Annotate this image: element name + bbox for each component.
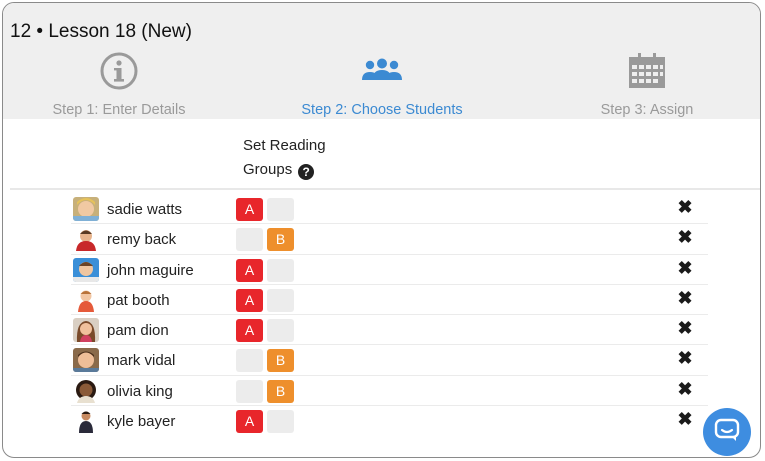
student-row: olivia king B ✖ xyxy=(3,376,760,407)
group-b-toggle[interactable]: B xyxy=(267,228,294,252)
step-label: Step 3: Assign xyxy=(600,102,694,118)
student-row: remy back B ✖ xyxy=(3,224,760,255)
group-a-toggle[interactable]: A xyxy=(236,410,263,434)
students-icon xyxy=(262,51,502,91)
group-b-toggle[interactable] xyxy=(267,198,294,221)
student-avatar xyxy=(73,287,99,312)
remove-student-icon[interactable]: ✖ xyxy=(676,289,694,307)
student-avatar xyxy=(73,318,99,343)
step-label: Step 2: Choose Students xyxy=(301,102,463,118)
reading-groups-heading-line2: Groups xyxy=(243,161,293,178)
group-a-toggle[interactable]: A xyxy=(236,288,263,312)
remove-student-icon[interactable]: ✖ xyxy=(676,198,694,216)
student-row: sadie watts A ✖ xyxy=(3,194,760,225)
group-b-toggle[interactable] xyxy=(267,319,294,343)
step-enter-details[interactable]: Step 1: Enter Details xyxy=(3,51,239,118)
student-row: pam dion A ✖ xyxy=(3,315,760,346)
student-avatar xyxy=(73,348,99,373)
student-avatar xyxy=(73,257,99,282)
remove-student-icon[interactable]: ✖ xyxy=(676,228,694,246)
student-row: john maguire A ✖ xyxy=(3,255,760,285)
group-a-toggle[interactable]: A xyxy=(236,319,263,343)
student-name: pam dion xyxy=(107,322,169,340)
group-b-toggle[interactable]: B xyxy=(267,349,294,373)
group-a-toggle[interactable]: A xyxy=(236,258,263,282)
student-avatar xyxy=(73,378,99,403)
step-label: Step 1: Enter Details xyxy=(52,102,186,118)
wizard-header: 12 • Lesson 18 (New) Step 1: Enter Detai… xyxy=(3,3,760,119)
lesson-wizard-panel: 12 • Lesson 18 (New) Step 1: Enter Detai… xyxy=(2,2,761,458)
student-list: sadie watts A ✖ remy back B ✖ john magui… xyxy=(3,194,760,436)
reading-groups-heading-line1: Set Reading xyxy=(243,137,326,154)
chat-icon xyxy=(714,418,740,447)
group-b-toggle[interactable] xyxy=(267,258,294,282)
step-choose-students[interactable]: Step 2: Choose Students xyxy=(262,51,502,118)
student-name: sadie watts xyxy=(107,201,183,218)
divider xyxy=(10,188,760,190)
student-name: olivia king xyxy=(107,382,173,400)
remove-student-icon[interactable]: ✖ xyxy=(676,410,694,428)
help-icon[interactable]: ? xyxy=(298,164,315,180)
student-name: kyle bayer xyxy=(107,413,176,431)
student-row: pat booth A ✖ xyxy=(3,285,760,316)
group-b-toggle[interactable] xyxy=(267,288,294,312)
student-name: john maguire xyxy=(107,261,194,279)
student-avatar xyxy=(73,197,99,221)
student-avatar xyxy=(73,227,99,252)
group-b-toggle[interactable] xyxy=(267,410,294,434)
group-b-toggle[interactable]: B xyxy=(267,379,294,403)
chat-button[interactable] xyxy=(703,408,751,456)
student-row: kyle bayer A ✖ xyxy=(3,406,760,436)
group-a-toggle[interactable] xyxy=(236,228,263,252)
group-a-toggle[interactable] xyxy=(236,379,263,403)
calendar-icon xyxy=(527,51,760,91)
info-icon xyxy=(3,51,239,91)
reading-groups-heading: Set Reading Groups? xyxy=(243,134,326,182)
student-name: pat booth xyxy=(107,291,170,309)
remove-student-icon[interactable]: ✖ xyxy=(676,259,694,277)
student-row: mark vidal B ✖ xyxy=(3,345,760,376)
group-a-toggle[interactable] xyxy=(236,349,263,373)
student-name: remy back xyxy=(107,231,177,249)
remove-student-icon[interactable]: ✖ xyxy=(676,349,694,367)
remove-student-icon[interactable]: ✖ xyxy=(676,319,694,337)
remove-student-icon[interactable]: ✖ xyxy=(676,380,694,398)
step-assign[interactable]: Step 3: Assign xyxy=(527,51,760,118)
student-name: mark vidal xyxy=(107,352,176,370)
group-a-toggle[interactable]: A xyxy=(236,198,263,221)
student-avatar xyxy=(73,409,99,434)
lesson-title: 12 • Lesson 18 (New) xyxy=(10,21,192,42)
